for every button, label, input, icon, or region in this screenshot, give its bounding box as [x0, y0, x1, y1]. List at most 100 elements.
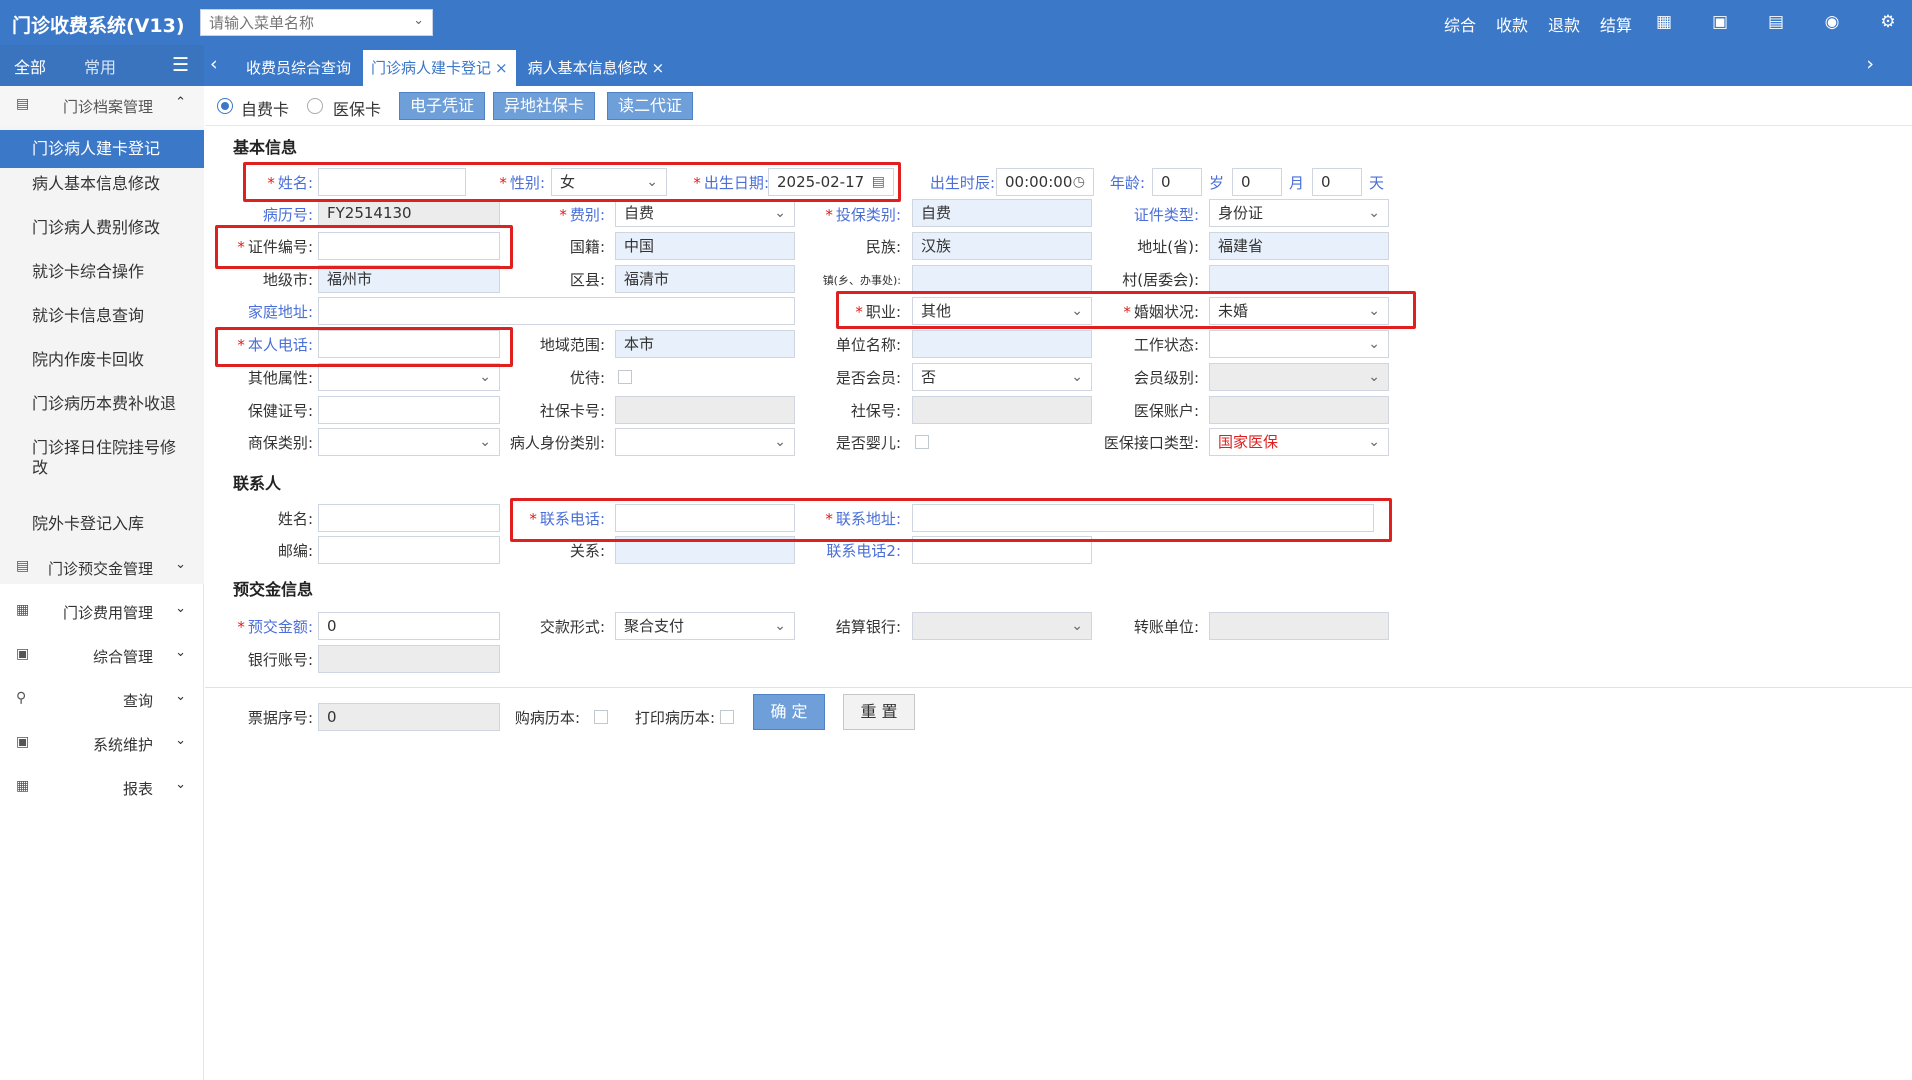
deposit-amount-input[interactable]: 0: [318, 612, 500, 640]
transfer-unit-label: 转账单位:: [1133, 618, 1199, 636]
is-infant-checkbox[interactable]: [915, 435, 929, 449]
sidebar-group-general[interactable]: ▣ 综合管理 ⌄: [0, 636, 204, 676]
chevron-down-icon: ⌄: [413, 13, 424, 28]
read-id-card-button[interactable]: 读二代证: [607, 92, 694, 120]
health-no-input[interactable]: [318, 396, 500, 424]
label-text: 会员级别: [1133, 369, 1194, 387]
remote-social-card-button[interactable]: 异地社保卡: [493, 92, 596, 120]
confirm-button[interactable]: 确 定: [753, 694, 825, 730]
menu-search-input[interactable]: [201, 10, 401, 35]
chevron-down-icon: ⌄: [774, 618, 786, 634]
age-day-input[interactable]: 0: [1312, 168, 1362, 196]
sidebar-group-records[interactable]: ▤ 门诊档案管理 ⌃: [0, 86, 204, 126]
sidebar-group-fees[interactable]: ▦ 门诊费用管理 ⌄: [0, 592, 204, 632]
tab-label: 收费员综合查询: [246, 59, 352, 77]
sidebar-item-hospital-register[interactable]: 门诊择日住院挂号修改: [0, 438, 204, 478]
label-text: 年龄: [1109, 174, 1140, 192]
menu-search-select[interactable]: ⌄: [200, 9, 433, 36]
close-icon[interactable]: ×: [495, 59, 508, 77]
label-text: 优待: [569, 369, 600, 387]
gear-icon[interactable]: ⚙: [1876, 10, 1900, 34]
document-icon[interactable]: ▤: [1764, 10, 1788, 34]
city-field[interactable]: 福州市: [318, 265, 500, 293]
sidebar-item-card-query[interactable]: 就诊卡信息查询: [0, 306, 204, 326]
nationality-field[interactable]: 中国: [615, 232, 795, 260]
province-field[interactable]: 福建省: [1209, 232, 1389, 260]
id-type-select[interactable]: 身份证 ⌄: [1209, 199, 1389, 227]
sidebar-group-deposit[interactable]: ▤ 门诊预交金管理 ⌄: [0, 548, 204, 588]
main-content: 自费卡 医保卡 电子凭证 异地社保卡 读二代证 基本信息 * 姓名: * 性别: 女…: [205, 86, 1912, 1080]
label-text: 病人身份类别: [509, 434, 600, 452]
sidebar-item-patient-info-edit[interactable]: 病人基本信息修改: [0, 174, 204, 194]
tab-cashier-query[interactable]: 收费员综合查询: [238, 50, 359, 86]
sidebar-item-void-card[interactable]: 院内作废卡回收: [0, 350, 204, 370]
sidebar-group-reports[interactable]: ▦ 报表 ⌄: [0, 768, 204, 808]
reset-button[interactable]: 重 置: [843, 694, 915, 730]
image-icon[interactable]: ▦: [1652, 10, 1676, 34]
chevron-right-icon[interactable]: ›: [1866, 53, 1874, 75]
is-member-value: 否: [921, 368, 937, 386]
relation-label: 关系:: [569, 542, 605, 560]
chevron-left-icon[interactable]: ‹: [210, 53, 218, 75]
identity-type-select[interactable]: ⌄: [615, 428, 795, 456]
radio-self-pay-card[interactable]: [217, 98, 233, 114]
tab-card-register[interactable]: 门诊病人建卡登记 ×: [363, 50, 516, 86]
sidebar-item-card-register[interactable]: 门诊病人建卡登记: [0, 130, 204, 168]
sidebar-group-query[interactable]: ⚲ 查询 ⌄: [0, 680, 204, 720]
sidebar-item-external-card[interactable]: 院外卡登记入库: [0, 514, 204, 534]
is-infant-label: 是否婴儿:: [835, 434, 901, 452]
unit-month: 月: [1289, 174, 1305, 192]
work-status-select[interactable]: ⌄: [1209, 330, 1389, 358]
chevron-up-icon: ⌃: [175, 95, 186, 110]
tab-common[interactable]: 常用: [84, 54, 116, 78]
eye-icon[interactable]: ◉: [1820, 10, 1844, 34]
tab-patient-info-edit[interactable]: 病人基本信息修改 ×: [520, 50, 673, 86]
sidebar-group-label: 门诊费用管理: [62, 604, 153, 622]
top-action-settle[interactable]: 结算: [1600, 12, 1632, 36]
contact-name-input[interactable]: [318, 504, 500, 532]
print-record-book-checkbox[interactable]: [720, 710, 734, 724]
top-action-collect[interactable]: 收款: [1496, 12, 1528, 36]
fee-type-select[interactable]: 自费 ⌄: [615, 199, 795, 227]
close-icon[interactable]: ×: [652, 59, 665, 77]
insure-type-field[interactable]: 自费: [912, 199, 1092, 227]
pay-method-select[interactable]: 聚合支付 ⌄: [615, 612, 795, 640]
chevron-down-icon: ⌄: [175, 689, 186, 704]
sidebar-item-fee-type-edit[interactable]: 门诊病人费别修改: [0, 218, 204, 238]
sidebar-group-system[interactable]: ▣ 系统维护 ⌄: [0, 724, 204, 764]
highlight-box-phone: [215, 327, 513, 367]
other-attr-select[interactable]: ⌄: [318, 363, 500, 391]
commercial-select[interactable]: ⌄: [318, 428, 500, 456]
other-attr-label: 其他属性:: [247, 369, 313, 387]
village-field[interactable]: [1209, 265, 1389, 293]
sidebar-item-record-fee[interactable]: 门诊病历本费补收退: [0, 394, 204, 414]
county-field[interactable]: 福清市: [615, 265, 795, 293]
tab-all[interactable]: 全部: [14, 54, 46, 78]
radio-insurance-card[interactable]: [307, 98, 323, 114]
top-action-comprehensive[interactable]: 综合: [1444, 12, 1476, 36]
home-address-input[interactable]: [318, 297, 795, 325]
is-member-select[interactable]: 否 ⌄: [912, 363, 1092, 391]
ethnicity-field[interactable]: 汉族: [912, 232, 1092, 260]
region-field[interactable]: 本市: [615, 330, 795, 358]
e-voucher-button[interactable]: 电子凭证: [399, 92, 486, 120]
label-text: 预交金额: [247, 618, 308, 636]
zip-input[interactable]: [318, 536, 500, 564]
employer-field[interactable]: [912, 330, 1092, 358]
monitor-icon[interactable]: ▣: [1708, 10, 1732, 34]
chevron-down-icon: ⌄: [1368, 434, 1380, 450]
age-month-input[interactable]: 0: [1232, 168, 1282, 196]
age-year-input[interactable]: 0: [1152, 168, 1202, 196]
chevron-down-icon: ⌄: [1071, 618, 1083, 634]
highlight-box-contact: [510, 498, 1392, 542]
town-field[interactable]: [912, 265, 1092, 293]
insurance-api-select[interactable]: 国家医保 ⌄: [1209, 428, 1389, 456]
work-status-label: 工作状态:: [1133, 336, 1199, 354]
priority-checkbox[interactable]: [618, 370, 632, 384]
fee-type-value: 自费: [624, 204, 655, 222]
sidebar-item-card-operation[interactable]: 就诊卡综合操作: [0, 262, 204, 282]
top-action-refund[interactable]: 退款: [1548, 12, 1580, 36]
menu-icon[interactable]: ☰: [172, 54, 189, 76]
birth-time-input[interactable]: 00:00:00 ◷: [996, 168, 1094, 196]
file-icon: ▤: [16, 96, 30, 112]
